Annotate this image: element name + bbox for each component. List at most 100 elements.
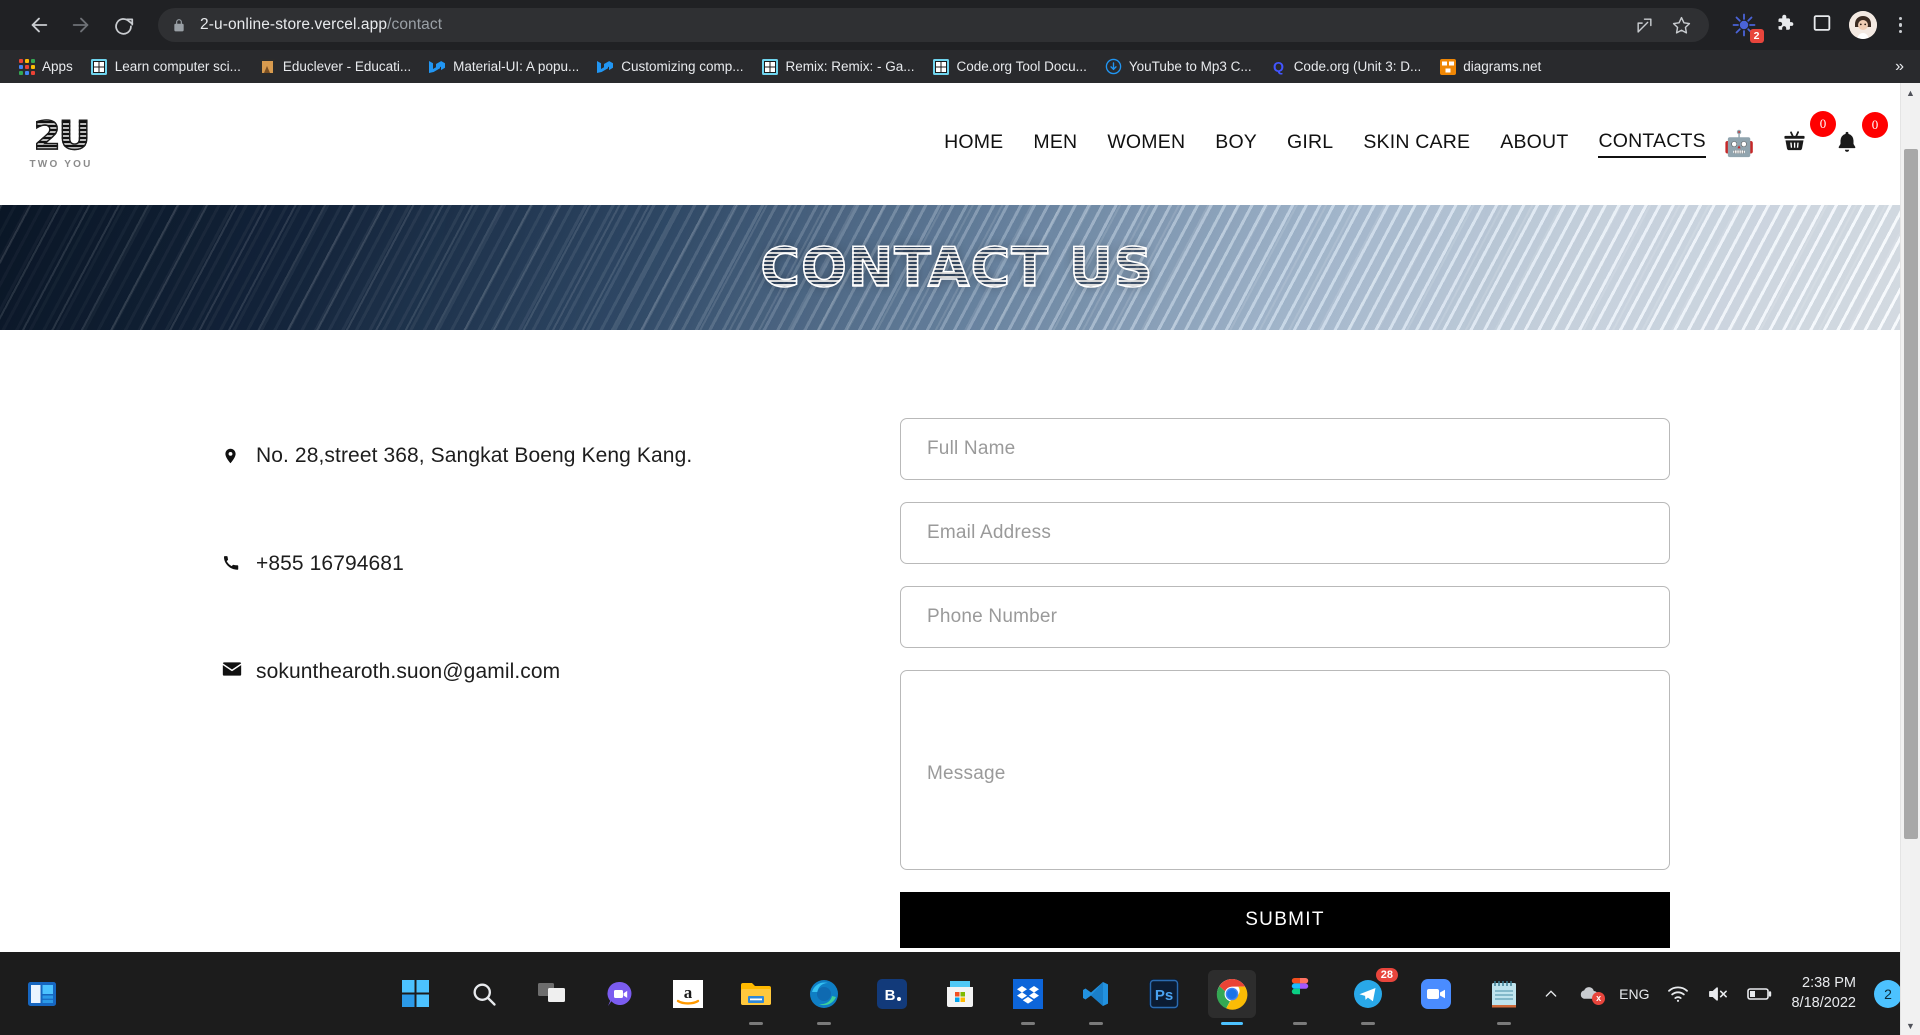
robot-icon[interactable]: 🤖: [1724, 131, 1755, 157]
omnibox-row: 2-u-online-store.vercel.app/contact 2: [0, 0, 1920, 50]
bookmark-learn-computer-science[interactable]: Learn computer sci...: [91, 58, 241, 75]
download-cloud-icon: [1105, 58, 1122, 75]
extension-sun-icon[interactable]: 2: [1731, 12, 1764, 43]
volume-muted-icon[interactable]: [1707, 985, 1729, 1003]
taskbar-item-zoom[interactable]: [1412, 970, 1460, 1018]
back-button[interactable]: [20, 6, 58, 44]
bookmark-customizing-components[interactable]: Customizing comp...: [597, 58, 744, 75]
url-text: 2-u-online-store.vercel.app/contact: [200, 16, 442, 34]
bell-icon: [1834, 129, 1860, 160]
notification-button[interactable]: 0: [1834, 111, 1888, 160]
page-scrollbar[interactable]: ▲ ▼: [1900, 83, 1920, 1035]
bookmarks-overflow-button[interactable]: »: [1895, 58, 1910, 76]
cart-button[interactable]: 0: [1781, 111, 1836, 160]
bookmarks-bar: Apps Learn computer sci... Educlever - E…: [0, 50, 1920, 83]
bookmark-code-org-tool-doc[interactable]: Code.org Tool Docu...: [933, 58, 1087, 75]
nav-item-contacts[interactable]: CONTACTS: [1598, 130, 1706, 158]
taskbar-item-microsoft-store[interactable]: [936, 970, 984, 1018]
taskbar-item-vs-code[interactable]: [1072, 970, 1120, 1025]
wifi-icon[interactable]: [1667, 985, 1689, 1003]
taskbar-item-google-chrome[interactable]: [1208, 969, 1256, 1025]
reload-button[interactable]: [104, 6, 142, 44]
lock-icon: [172, 18, 186, 33]
scrollbar-thumb[interactable]: [1904, 149, 1918, 839]
contact-info-address: No. 28,street 368, Sangkat Boeng Keng Ka…: [222, 443, 900, 468]
taskbar-item-task-view[interactable]: [528, 970, 576, 1018]
profile-avatar[interactable]: [1848, 11, 1877, 39]
bookmark-code-org-unit3[interactable]: Q Code.org (Unit 3: D...: [1270, 58, 1422, 75]
battery-icon[interactable]: [1747, 986, 1773, 1002]
email-text: sokunthearoth.suon@gamil.com: [256, 660, 561, 684]
reading-list-icon[interactable]: [1811, 12, 1833, 39]
onedrive-error-badge: x: [1592, 991, 1606, 1005]
taskbar-item-photoshop[interactable]: Ps: [1140, 970, 1188, 1018]
taskbar-item-booking[interactable]: B: [868, 970, 916, 1018]
bookmark-label: Material-UI: A popu...: [453, 59, 580, 74]
tray-chevron-icon[interactable]: [1543, 986, 1559, 1002]
taskbar-running-indicator: [1497, 1021, 1511, 1025]
notification-count-badge: 0: [1862, 111, 1888, 138]
bookmark-label: Apps: [42, 59, 73, 74]
bookmark-label: YouTube to Mp3 C...: [1128, 59, 1252, 74]
location-pin-icon: [222, 443, 256, 467]
submit-button[interactable]: SUBMIT: [900, 892, 1670, 948]
grid-blue-icon: [762, 58, 779, 75]
full-name-input[interactable]: Full Name: [900, 418, 1670, 480]
address-bar[interactable]: 2-u-online-store.vercel.app/contact: [158, 8, 1709, 42]
chrome-menu-button[interactable]: [1893, 16, 1909, 34]
logo-subtitle: TWO YOU: [29, 159, 93, 171]
message-textarea[interactable]: Message: [900, 670, 1670, 870]
bookmark-educlever[interactable]: Educlever - Educati...: [259, 58, 411, 75]
url-domain: 2-u-online-store.vercel.app: [200, 16, 388, 33]
scroll-up-arrow[interactable]: ▲: [1901, 83, 1920, 102]
contact-section: No. 28,street 368, Sangkat Boeng Keng Ka…: [0, 330, 1900, 995]
nav-item-about[interactable]: ABOUT: [1500, 131, 1568, 157]
main-navigation: HOME MEN WOMEN BOY GIRL SKIN CARE ABOUT …: [944, 130, 1724, 158]
bookmark-label: Code.org Tool Docu...: [956, 59, 1087, 74]
svg-text:Ps: Ps: [1155, 987, 1173, 1004]
nav-item-men[interactable]: MEN: [1033, 131, 1077, 157]
bookmark-youtube-to-mp3[interactable]: YouTube to Mp3 C...: [1105, 58, 1252, 75]
scroll-down-arrow[interactable]: ▼: [1901, 1016, 1920, 1035]
taskbar-item-search[interactable]: [460, 970, 508, 1018]
taskbar-item-chat[interactable]: [596, 970, 644, 1018]
forward-button[interactable]: [62, 6, 100, 44]
taskbar-running-indicator: [1089, 1021, 1103, 1025]
bookmark-remix[interactable]: Remix: Remix: - Ga...: [762, 58, 915, 75]
svg-text:Q: Q: [1273, 59, 1284, 75]
taskbar-item-dropbox[interactable]: [1004, 970, 1052, 1025]
bookmark-apps[interactable]: Apps: [18, 58, 73, 75]
phone-input[interactable]: Phone Number: [900, 586, 1670, 648]
bookmark-label: Customizing comp...: [621, 59, 744, 74]
windows-taskbar: a B Ps 28 x ENG 2:38 PM 8/18/2022 2: [0, 952, 1920, 1035]
site-logo[interactable]: 2U TWO YOU: [22, 116, 100, 171]
taskbar-item-amazon[interactable]: a: [664, 970, 712, 1018]
apps-grid-icon: [18, 58, 35, 75]
bookmark-diagrams-net[interactable]: diagrams.net: [1439, 58, 1541, 75]
url-path: /contact: [387, 16, 443, 33]
extensions-puzzle-icon[interactable]: [1773, 12, 1795, 39]
taskbar-item-start[interactable]: [392, 970, 440, 1018]
nav-item-girl[interactable]: GIRL: [1287, 131, 1333, 157]
diagrams-net-icon: [1439, 58, 1456, 75]
browser-chrome: 2-u-online-store.vercel.app/contact 2 Ap…: [0, 0, 1920, 83]
taskbar-item-telegram[interactable]: 28: [1344, 967, 1398, 1025]
bookmark-material-ui[interactable]: Material-UI: A popu...: [429, 58, 579, 75]
taskbar-item-notepad[interactable]: [1480, 970, 1528, 1025]
taskbar-item-microsoft-edge[interactable]: [800, 970, 848, 1025]
taskbar-item-figma[interactable]: [1276, 970, 1324, 1025]
nav-item-boy[interactable]: BOY: [1215, 131, 1257, 157]
nav-item-home[interactable]: HOME: [944, 131, 1003, 157]
star-icon[interactable]: [1672, 16, 1691, 35]
onedrive-icon[interactable]: x: [1577, 985, 1606, 1005]
svg-text:B: B: [885, 987, 896, 1004]
quizlet-q-icon: Q: [1270, 58, 1287, 75]
email-input[interactable]: Email Address: [900, 502, 1670, 564]
page-viewport: 2U TWO YOU HOME MEN WOMEN BOY GIRL SKIN …: [0, 83, 1920, 1035]
bookmark-label: Code.org (Unit 3: D...: [1293, 59, 1422, 74]
taskbar-item-file-explorer[interactable]: [732, 970, 780, 1025]
nav-item-skin-care[interactable]: SKIN CARE: [1363, 131, 1470, 157]
envelope-icon: [222, 659, 256, 677]
nav-item-women[interactable]: WOMEN: [1107, 131, 1185, 157]
share-icon[interactable]: [1635, 16, 1654, 35]
